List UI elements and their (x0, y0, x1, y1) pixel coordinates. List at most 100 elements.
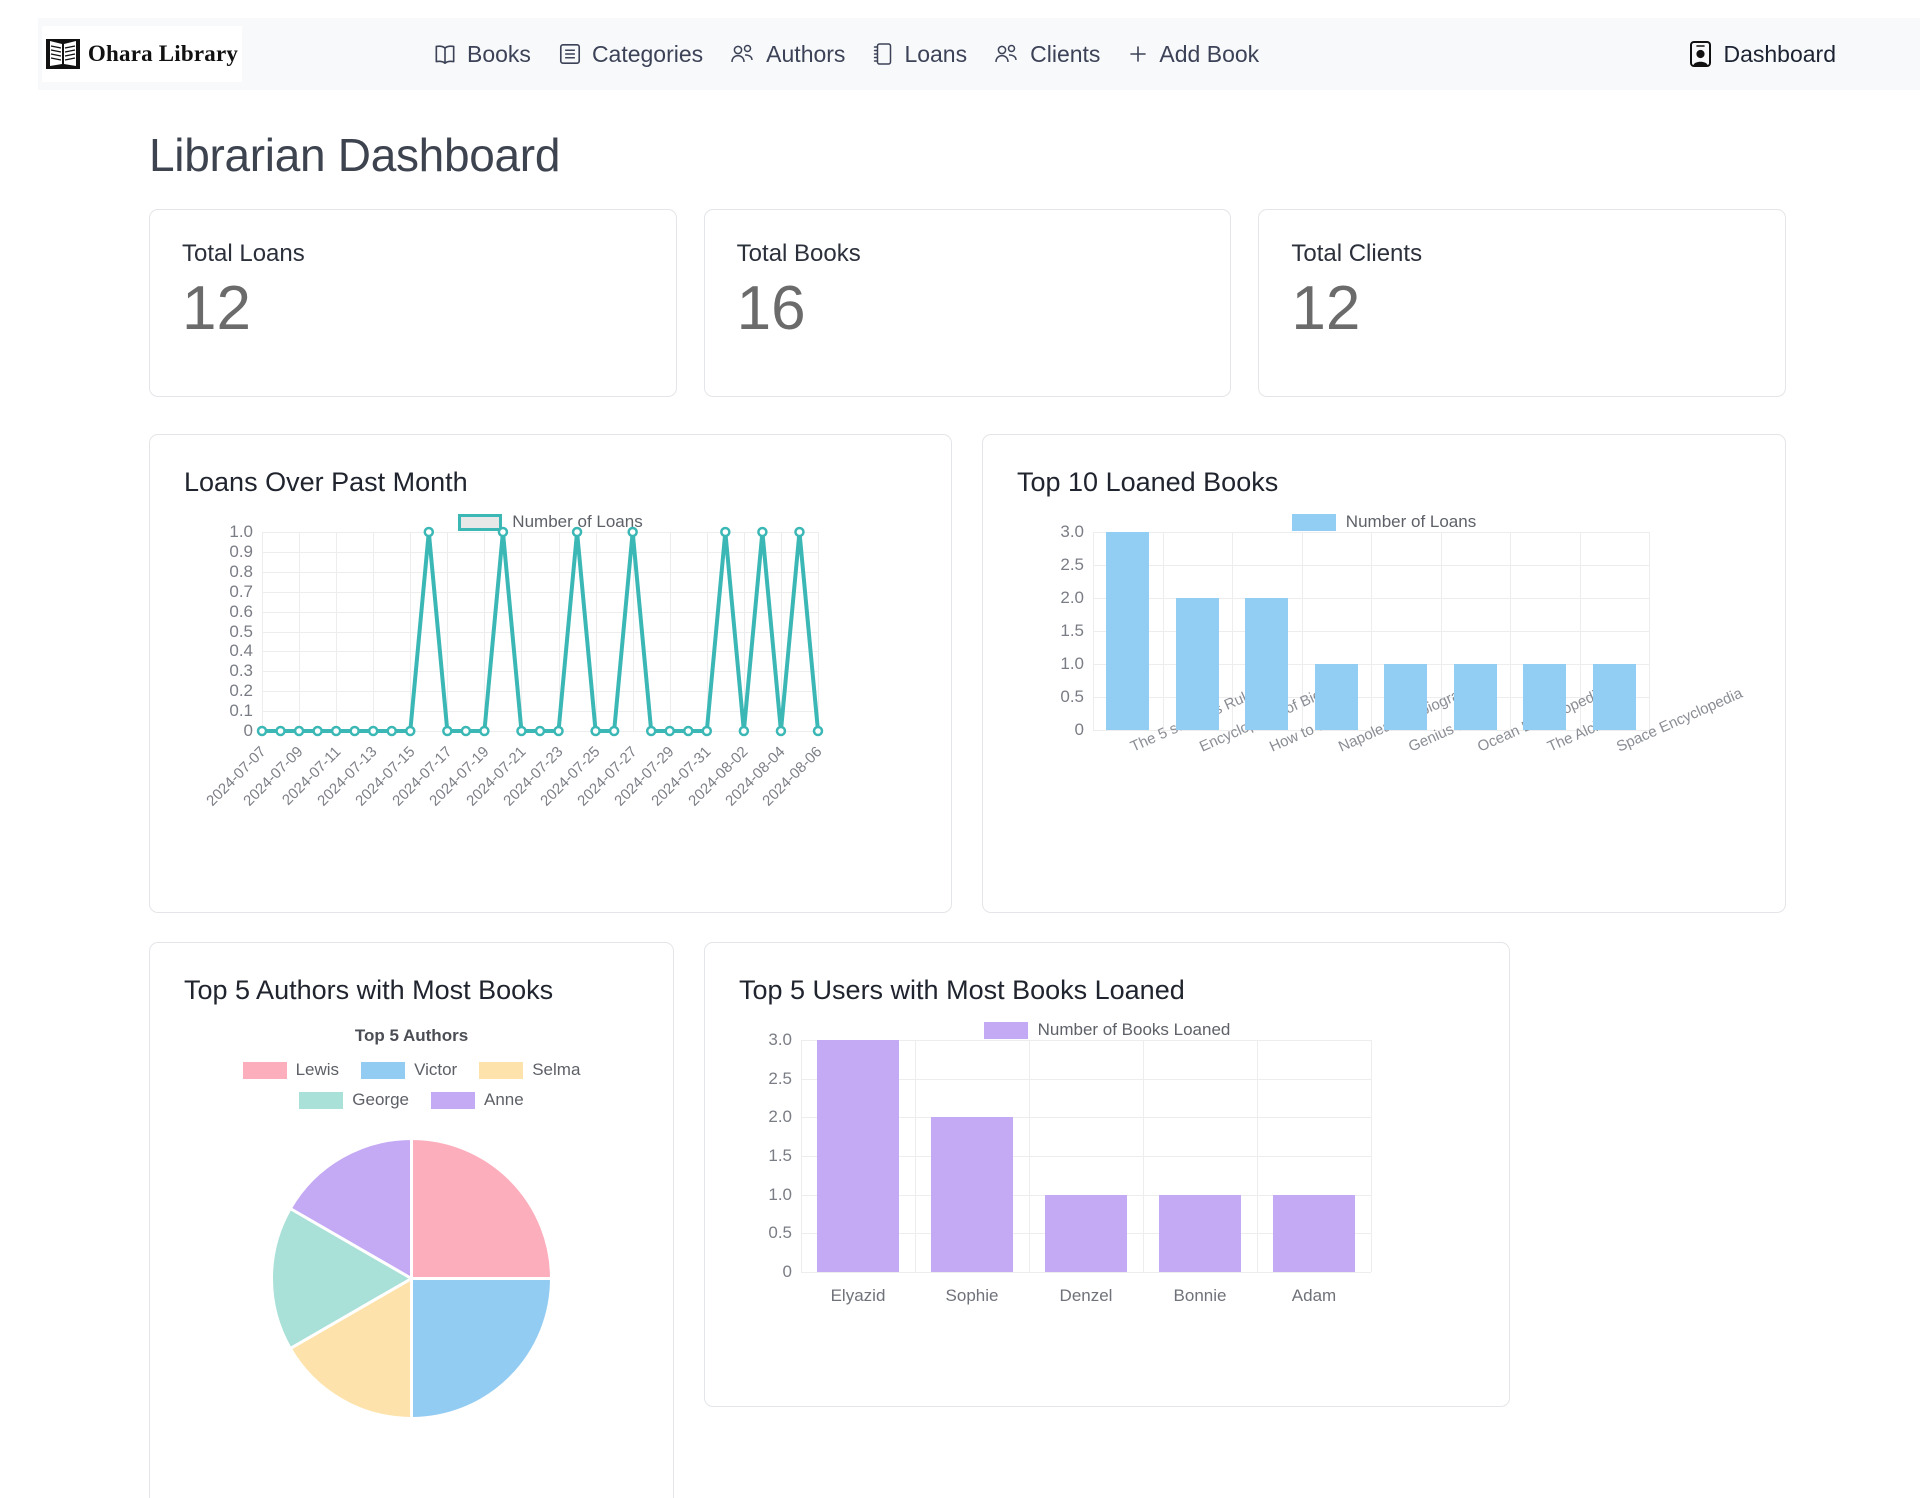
bar[interactable] (1453, 664, 1497, 730)
stat-value: 12 (1291, 274, 1361, 343)
nav-item-dashboard[interactable]: Dashboard (1688, 40, 1836, 68)
bar[interactable] (1044, 1194, 1128, 1272)
nav-item-books[interactable]: Books (432, 41, 531, 68)
legend-label: Victor (414, 1060, 458, 1079)
y-axis-tick: 2.0 (1060, 588, 1084, 607)
y-axis-tick: 0.5 (1060, 687, 1084, 706)
nav-item-categories[interactable]: Categories (557, 41, 703, 68)
bar-slot: Sophie (915, 1040, 1029, 1305)
data-point (442, 725, 453, 737)
bar[interactable] (930, 1117, 1014, 1272)
bar[interactable] (1175, 598, 1219, 730)
bar[interactable] (1245, 598, 1289, 730)
y-axis-tick: 3.0 (1060, 522, 1084, 541)
nav-item-clients-label: Clients (1030, 40, 1101, 67)
stat-card-total-loans: Total Loans 12 (149, 209, 677, 397)
bar-slot: Ocean Encyclopedia (1441, 532, 1608, 756)
nav-item-loans[interactable]: Loans (871, 41, 967, 68)
users-icon (729, 41, 757, 67)
bar-slot: Napoleaon a biography (1302, 532, 1485, 756)
data-point (590, 725, 601, 737)
x-axis-tick: Denzel (1059, 1286, 1113, 1305)
legend-swatch-icon (242, 1061, 287, 1079)
bar-slot: The Alchemist (1510, 532, 1638, 756)
line-chart-plot-area: 0 0.1 0.2 0.3 0.4 0.5 0.6 0.7 0.8 0.9 1.0 2024-07-0… (203, 522, 825, 810)
pie-slice[interactable] (410, 1136, 554, 1280)
y-axis-tick: 0.8 (229, 561, 253, 581)
bar[interactable] (1314, 664, 1358, 730)
legend-label: George (352, 1090, 409, 1109)
legend-swatch-icon (458, 513, 503, 531)
gridline (801, 1272, 1371, 1273)
data-point (405, 725, 416, 737)
data-point (794, 526, 805, 538)
bar[interactable] (816, 1040, 900, 1272)
bar[interactable] (1592, 664, 1636, 730)
y-axis-tick: 0.3 (229, 661, 253, 681)
y-axis-tick: 0.1 (229, 701, 253, 721)
plus-icon (1126, 42, 1150, 66)
chart-title: Top 5 Authors with Most Books (184, 975, 554, 1005)
pie-legend-item[interactable]: Lewis (242, 1060, 339, 1080)
bar-slot: How to draw (1232, 532, 1350, 756)
id-card-icon (1688, 40, 1713, 68)
gridline (1649, 532, 1650, 730)
bar[interactable] (1158, 1194, 1242, 1272)
stat-label: Total Loans (182, 240, 305, 267)
data-point (757, 526, 768, 538)
charts-row-bottom: Top 5 Authors with Most Books Top 5 Auth… (149, 942, 1510, 1498)
data-point (571, 526, 583, 538)
data-point (293, 725, 305, 737)
brand-logo[interactable]: Ohara Library (42, 26, 242, 82)
y-axis-tick: 0.7 (229, 581, 253, 601)
y-axis-tick: 0.9 (229, 541, 253, 561)
y-axis-tick: 0.2 (229, 681, 253, 701)
stat-label: Total Books (736, 240, 861, 267)
y-axis-tick: 0 (243, 721, 253, 740)
legend-swatch-icon (299, 1091, 344, 1109)
pie-legend-item[interactable]: Selma (479, 1060, 580, 1080)
bar[interactable] (1272, 1194, 1356, 1272)
legend-swatch-icon (431, 1091, 475, 1109)
chart-card-top-loaned-books: Top 10 Loaned Books Number of Loans 0 0.5… (982, 434, 1786, 913)
pie-legend-item[interactable]: Victor (361, 1060, 457, 1080)
pie-slice[interactable] (410, 1277, 554, 1421)
y-axis-tick: 0.5 (768, 1223, 792, 1243)
x-axis-tick: Adam (1291, 1286, 1337, 1305)
chart-card-loans-over-past-month: Loans Over Past Month Number of Loans 00… (149, 434, 952, 913)
bar-slot: Bonnie (1143, 1040, 1257, 1305)
line-series (256, 526, 824, 737)
y-axis-tick: 0.4 (229, 641, 253, 661)
chart-legend[interactable]: Number of Books Loaned (731, 1020, 1483, 1040)
chart-legend[interactable]: Number of Loans (1009, 512, 1759, 532)
brand-name: Ohara Library (87, 41, 239, 66)
page-title: Librarian Dashboard (149, 129, 561, 181)
nav-item-authors[interactable]: Authors (729, 41, 845, 68)
stat-card-total-clients: Total Clients 12 (1258, 209, 1787, 397)
nav-item-loans-label: Loans (904, 40, 968, 67)
stats-row: Total Loans 12 Total Books 16 Total Clie… (149, 209, 1787, 397)
nav-item-clients[interactable]: Clients (993, 41, 1100, 68)
data-point (516, 725, 527, 737)
data-point (497, 526, 509, 538)
chart-legend[interactable]: Number of Loans (176, 512, 925, 532)
legend-label: Selma (532, 1060, 581, 1079)
y-axis-tick: 3.0 (768, 1030, 792, 1049)
chart-card-top-authors: Top 5 Authors with Most Books Top 5 Auth… (149, 942, 674, 1498)
bar[interactable] (1384, 664, 1428, 730)
stat-value: 16 (736, 274, 806, 343)
pie-legend-item[interactable]: George (299, 1090, 409, 1110)
bar[interactable] (1106, 532, 1150, 730)
data-point (812, 725, 824, 737)
pie-legend-item[interactable]: Anne (431, 1090, 524, 1110)
chart-title: Top 10 Loaned Books (1017, 467, 1279, 497)
open-book-icon (45, 39, 80, 69)
legend-label: Number of Loans (1345, 512, 1477, 531)
users-icon (993, 41, 1021, 67)
nav-item-dashboard-label: Dashboard (1723, 40, 1836, 67)
pie-legend[interactable]: Lewis Victor Selma George Anne (222, 1060, 602, 1110)
nav-item-categories-label: Categories (591, 40, 704, 67)
nav-item-add-book[interactable]: Add Book (1126, 41, 1259, 68)
nav-item-books-label: Books (467, 40, 531, 67)
bar[interactable] (1523, 664, 1567, 730)
